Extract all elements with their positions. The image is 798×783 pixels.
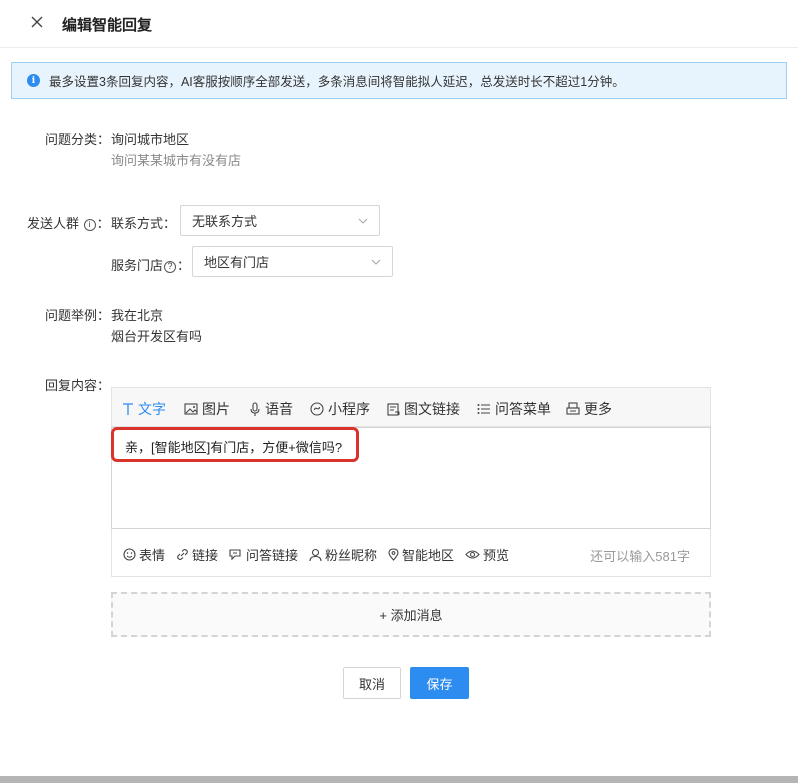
tab-image-label: 图片 (202, 401, 230, 417)
insert-link[interactable]: 链接 (176, 545, 218, 564)
service-store-label: 服务门店?： (111, 255, 190, 274)
insert-link-label: 链接 (192, 548, 219, 563)
text-icon (123, 403, 133, 415)
emoji-icon (123, 548, 136, 561)
tab-article-link[interactable]: 图文链接 (387, 399, 460, 419)
service-store-value: 地区有门店 (204, 255, 270, 270)
dialog-header: 编辑智能回复 (0, 0, 798, 48)
microphone-icon (250, 401, 260, 416)
question-category-description: 询问某某城市有没有店 (111, 153, 242, 168)
location-icon (388, 548, 399, 561)
insert-smart-region-label: 智能地区 (402, 548, 455, 563)
help-icon[interactable]: i (83, 218, 96, 231)
tab-text[interactable]: 文字 (122, 399, 166, 419)
tab-mini-program-label: 小程序 (328, 401, 370, 417)
service-store-select[interactable]: 地区有门店 (192, 246, 393, 277)
insert-emoji[interactable]: 表情 (123, 545, 165, 564)
insert-emoji-label: 表情 (139, 548, 166, 563)
reply-type-toolbar: 文字 图片 语音 小程序 图文链接 问答菜单 更多 (112, 388, 710, 427)
contact-method-label: 联系方式： (111, 216, 177, 231)
qa-link-icon (229, 549, 241, 561)
audience-label-suffix: ： (96, 216, 110, 231)
cancel-button[interactable]: 取消 (343, 667, 401, 699)
question-category-label: 问题分类： (45, 132, 111, 147)
tab-more[interactable]: 更多 (566, 399, 612, 419)
tab-more-label: 更多 (584, 401, 612, 417)
reply-editor: 文字 图片 语音 小程序 图文链接 问答菜单 更多 表情 链接 问答链接 粉丝昵… (111, 387, 711, 577)
audience-label: 发送人群 i： (27, 213, 110, 232)
tab-text-label: 文字 (138, 401, 166, 417)
link-icon (177, 549, 188, 560)
question-category-value: 询问城市地区 (111, 132, 190, 147)
char-counter: 还可以输入581字 (590, 549, 690, 564)
insert-qa-link[interactable]: 问答链接 (229, 545, 298, 564)
question-icon[interactable]: ? (164, 260, 177, 273)
more-icon (566, 402, 580, 415)
preview-button[interactable]: 预览 (465, 545, 509, 564)
article-link-icon (387, 402, 400, 416)
mini-program-icon (310, 402, 324, 416)
eye-icon (465, 550, 480, 559)
horizontal-scrollbar[interactable] (0, 776, 798, 783)
chevron-down-icon (371, 259, 381, 265)
insert-fan-nickname-label: 粉丝昵称 (325, 548, 378, 563)
user-icon (309, 548, 322, 561)
add-message-button[interactable]: + 添加消息 (111, 592, 711, 637)
question-example-item: 烟台开发区有吗 (111, 329, 203, 344)
notice-text: 最多设置3条回复内容，AI客服按顺序全部发送，多条消息间将智能拟人延迟，总发送时… (49, 75, 625, 89)
service-store-label-suffix: ： (177, 258, 191, 273)
insert-qa-link-label: 问答链接 (246, 548, 299, 563)
insert-toolbar: 表情 链接 问答链接 粉丝昵称 智能地区 预览 还可以输入581字 (112, 531, 710, 576)
tab-image[interactable]: 图片 (184, 399, 230, 419)
tab-qa-menu[interactable]: 问答菜单 (477, 399, 551, 419)
close-icon[interactable] (28, 12, 46, 32)
message-text[interactable]: 亲，[智能地区]有门店，方便+微信吗? (125, 437, 342, 456)
chevron-down-icon (358, 218, 368, 224)
insert-fan-nickname[interactable]: 粉丝昵称 (309, 545, 377, 564)
question-examples-label: 问题举例： (45, 308, 111, 323)
dialog-title: 编辑智能回复 (62, 17, 153, 34)
contact-method-select[interactable]: 无联系方式 (180, 205, 380, 236)
image-icon (184, 403, 198, 415)
info-icon: i (27, 74, 40, 87)
insert-smart-region[interactable]: 智能地区 (388, 545, 454, 564)
list-menu-icon (477, 404, 490, 414)
audience-label-text: 发送人群 (27, 216, 80, 231)
service-store-label-text: 服务门店 (111, 258, 164, 273)
preview-label: 预览 (483, 548, 510, 563)
contact-method-value: 无联系方式 (192, 214, 258, 229)
tab-voice-label: 语音 (265, 401, 293, 417)
save-button[interactable]: 保存 (410, 667, 469, 699)
tab-voice[interactable]: 语音 (249, 399, 293, 419)
info-notice: i 最多设置3条回复内容，AI客服按顺序全部发送，多条消息间将智能拟人延迟，总发… (11, 62, 787, 99)
question-example-item: 我在北京 (111, 308, 164, 323)
tab-mini-program[interactable]: 小程序 (310, 399, 370, 419)
tab-article-link-label: 图文链接 (404, 401, 460, 417)
tab-qa-menu-label: 问答菜单 (495, 401, 551, 417)
reply-content-label: 回复内容： (45, 378, 111, 393)
